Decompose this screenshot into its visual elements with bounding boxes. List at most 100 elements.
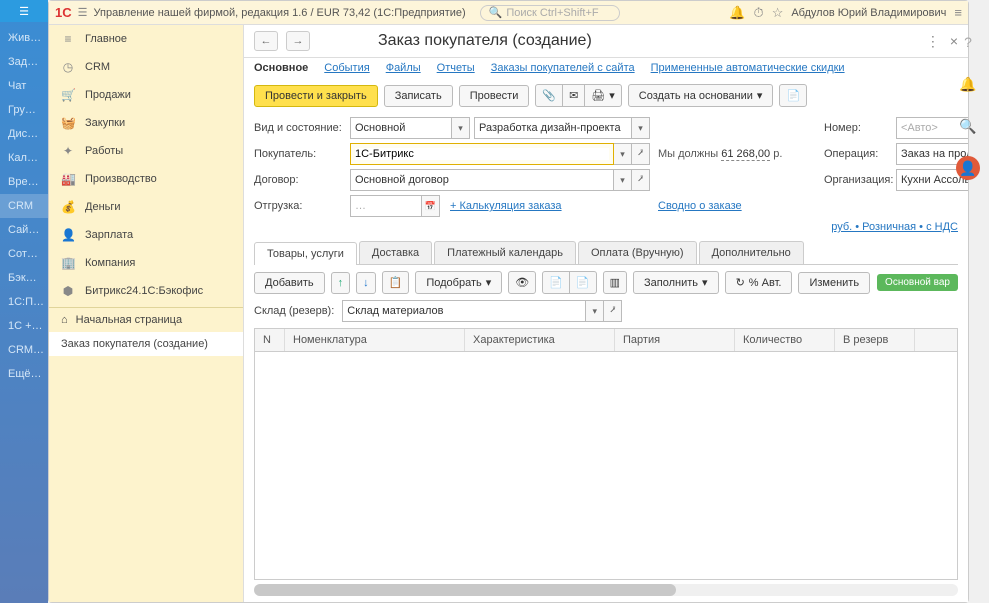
kind-field[interactable]: Основной [350,117,452,139]
contract-dropdown[interactable]: ▾ [614,169,632,191]
contract-field[interactable]: Основной договор [350,169,614,191]
kind-dropdown[interactable]: ▾ [452,117,470,139]
column-header[interactable]: N [255,329,285,351]
avatar[interactable]: 👤 [956,156,980,180]
linktab[interactable]: Отчеты [437,62,475,74]
bx-item[interactable]: Сай… [0,218,48,242]
move-down-button[interactable]: ↓ [356,272,376,294]
stock-field[interactable]: Склад материалов [342,300,586,322]
pick-button[interactable]: Подобрать ▾ [415,271,502,294]
subtab[interactable]: Доставка [359,241,432,264]
bx-item[interactable]: Сот… [0,242,48,266]
bx-item[interactable]: Жив… [0,26,48,50]
section-item[interactable]: ≡Главное [49,25,243,53]
bx-item[interactable]: Ещё… [0,362,48,386]
linktab[interactable]: Файлы [386,62,421,74]
bell-icon[interactable]: 🔔 [729,5,745,21]
fill-button[interactable]: Заполнить ▾ [633,271,719,294]
state-dropdown[interactable]: ▾ [632,117,650,139]
current-user[interactable]: Абдулов Юрий Владимирович [791,7,946,19]
stock-open[interactable]: ⭷ [604,300,622,322]
auto-discount-button[interactable]: ↻ % Авт. [725,271,793,294]
section-item[interactable]: 💰Деньги [49,193,243,221]
linktab[interactable]: Заказы покупателей с сайта [491,62,635,74]
search-panel-icon[interactable]: 🔍 [956,114,980,138]
nav-open-doc[interactable]: Заказ покупателя (создание) [49,332,243,356]
column-header[interactable]: В резерв [835,329,915,351]
star-icon[interactable]: ☆ [772,5,784,21]
structure-button[interactable]: 📄 [779,84,807,107]
subtab[interactable]: Платежный календарь [434,241,576,264]
bx-item[interactable]: Зад… [0,50,48,74]
section-item[interactable]: ◷CRM [49,53,243,81]
contract-open[interactable]: ⭷ [632,169,650,191]
nav-home[interactable]: ⌂ Начальная страница [49,308,243,332]
column-header[interactable]: Партия [615,329,735,351]
nav-forward-button[interactable]: → [286,31,310,51]
bx-item[interactable]: Кал… [0,146,48,170]
section-item[interactable]: 🛒Продажи [49,81,243,109]
section-item[interactable]: ✦Работы [49,137,243,165]
bx-item[interactable]: Чат [0,74,48,98]
bx-item[interactable]: Гру… [0,98,48,122]
settings-icon[interactable]: ≡ [954,5,962,20]
attach-button[interactable]: 📎 [535,84,563,107]
horizontal-scrollbar[interactable] [254,584,958,596]
stock-dropdown[interactable]: ▾ [586,300,604,322]
section-item[interactable]: 👤Зарплата [49,221,243,249]
post-and-close-button[interactable]: Провести и закрыть [254,85,378,107]
subtab[interactable]: Товары, услуги [254,242,357,265]
global-search[interactable]: 🔍 Поиск Ctrl+Shift+F [480,5,620,21]
bx-menu-toggle[interactable]: ☰ [0,0,48,22]
table-body[interactable] [255,352,957,579]
add-row-button[interactable]: Добавить [254,272,325,294]
column-header[interactable]: Характеристика [465,329,615,351]
help-icon[interactable]: ? [956,30,980,54]
bx-item[interactable]: 1С:П… [0,290,48,314]
shipment-date-picker[interactable]: 📅 [422,195,440,217]
copy-rows-button[interactable]: 📋 [382,271,410,294]
main-menu-icon[interactable]: ☰ [78,6,88,19]
column-header[interactable]: Номенклатура [285,329,465,351]
section-item[interactable]: ⬢Битрикс24.1С:Бэкофис [49,277,243,305]
buyer-open[interactable]: ⭷ [632,143,650,165]
subtab[interactable]: Дополнительно [699,241,804,264]
move-up-button[interactable]: ↑ [331,272,351,294]
linktab[interactable]: Основное [254,62,308,74]
copy-clipboard-button[interactable]: 📄 [542,271,570,294]
linktab[interactable]: События [324,62,369,74]
notifications-icon[interactable]: 🔔 [956,72,980,96]
subtab[interactable]: Оплата (Вручную) [578,241,697,264]
section-item[interactable]: 🏭Производство [49,165,243,193]
section-item[interactable]: 🏢Компания [49,249,243,277]
bx-item[interactable]: Дис… [0,122,48,146]
shipment-date-field[interactable]: … [350,195,422,217]
bx-item[interactable]: Вре… [0,170,48,194]
create-based-on-button[interactable]: Создать на основании ▾ [628,84,774,107]
calculation-link[interactable]: + Калькуляция заказа [450,200,562,212]
barcode-button[interactable]: ▥ [603,271,627,294]
more-actions-icon[interactable]: ⋮ [926,33,940,50]
paste-clipboard-button[interactable]: 📄 [569,271,597,294]
bx-item[interactable]: Бэк… [0,266,48,290]
print-button[interactable]: 🖨▾ [584,84,622,107]
currency-price-link[interactable]: руб. • Розничная • с НДС [831,221,958,233]
buyer-dropdown[interactable]: ▾ [614,143,632,165]
variant-badge[interactable]: Основной вар [877,274,958,291]
view-button[interactable]: 👁 [508,271,536,294]
bx-item[interactable]: 1С +… [0,314,48,338]
linktab[interactable]: Примененные автоматические скидки [651,62,845,74]
history-icon[interactable]: ⏱ [754,5,764,21]
scrollbar-thumb[interactable] [254,584,676,596]
column-header[interactable]: Количество [735,329,835,351]
bx-item[interactable]: CRM… [0,338,48,362]
section-item[interactable]: 🧺Закупки [49,109,243,137]
write-button[interactable]: Записать [384,85,453,107]
nav-back-button[interactable]: ← [254,31,278,51]
buyer-field[interactable] [350,143,614,165]
summary-link[interactable]: Сводно о заказе [658,200,742,212]
post-button[interactable]: Провести [459,85,530,107]
state-field[interactable]: Разработка дизайн-проекта [474,117,632,139]
email-button[interactable]: ✉ [562,84,585,107]
change-rows-button[interactable]: Изменить [798,272,870,294]
